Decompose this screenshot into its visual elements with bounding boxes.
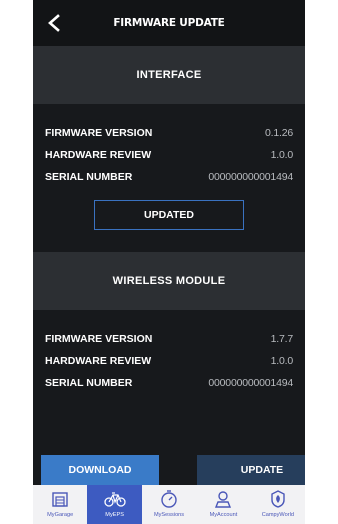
app-screen: FIRMWARE UPDATE INTERFACE FIRMWARE VERSI…	[33, 0, 305, 524]
info-row: FIRMWARE VERSION 1.7.7	[33, 328, 305, 350]
info-value: 1.0.0	[270, 355, 294, 367]
info-label: SERIAL NUMBER	[45, 377, 133, 389]
tab-label: MySessions	[153, 512, 185, 518]
info-row: HARDWARE REVIEW 1.0.0	[33, 144, 305, 166]
user-icon	[212, 488, 234, 510]
download-button[interactable]: DOWNLOAD	[41, 455, 159, 485]
garage-icon	[49, 488, 71, 510]
info-label: SERIAL NUMBER	[45, 171, 133, 183]
tab-label: MyAccount	[209, 512, 238, 518]
tab-myaccount[interactable]: MyAccount	[196, 485, 250, 524]
tab-mysessions[interactable]: MySessions	[142, 485, 196, 524]
update-button[interactable]: UPDATE	[197, 455, 305, 485]
info-label: HARDWARE REVIEW	[45, 355, 152, 367]
interface-section: FIRMWARE VERSION 0.1.26 HARDWARE REVIEW …	[33, 104, 305, 252]
info-label: FIRMWARE VERSION	[45, 333, 153, 345]
page-title: FIRMWARE UPDATE	[113, 17, 225, 29]
tab-label: MyGarage	[47, 512, 74, 518]
interface-section-header: INTERFACE	[33, 46, 305, 104]
top-bar: FIRMWARE UPDATE	[33, 0, 305, 46]
back-button[interactable]	[43, 12, 65, 34]
info-value: 000000000001494	[208, 171, 293, 183]
campyworld-icon	[267, 488, 289, 510]
info-row: HARDWARE REVIEW 1.0.0	[33, 350, 305, 372]
info-label: HARDWARE REVIEW	[45, 149, 152, 161]
action-row: DOWNLOAD UPDATE	[33, 455, 305, 485]
info-row: FIRMWARE VERSION 0.1.26	[33, 122, 305, 144]
tab-campyworld[interactable]: CampyWorld	[251, 485, 305, 524]
info-value: 000000000001494	[208, 377, 293, 389]
wireless-section: FIRMWARE VERSION 1.7.7 HARDWARE REVIEW 1…	[33, 310, 305, 394]
info-value: 0.1.26	[265, 127, 293, 139]
chevron-left-icon	[48, 14, 60, 32]
tab-myeps[interactable]: MyEPS	[87, 485, 142, 524]
info-value: 1.7.7	[270, 333, 294, 345]
info-value: 1.0.0	[270, 149, 294, 161]
info-label: FIRMWARE VERSION	[45, 127, 153, 139]
tab-label: CampyWorld	[261, 512, 294, 518]
updated-button-wrap: UPDATED	[33, 188, 305, 242]
updated-button[interactable]: UPDATED	[94, 200, 244, 230]
tab-bar: MyGarage MyEPS MySessions MyAccount Camp…	[33, 485, 305, 524]
tab-label: MyEPS	[105, 512, 124, 518]
stopwatch-icon	[158, 488, 180, 510]
bike-icon	[103, 488, 126, 510]
info-row: SERIAL NUMBER 000000000001494	[33, 166, 305, 188]
info-row: SERIAL NUMBER 000000000001494	[33, 372, 305, 394]
tab-mygarage[interactable]: MyGarage	[33, 485, 87, 524]
wireless-section-header: WIRELESS MODULE	[33, 252, 305, 310]
